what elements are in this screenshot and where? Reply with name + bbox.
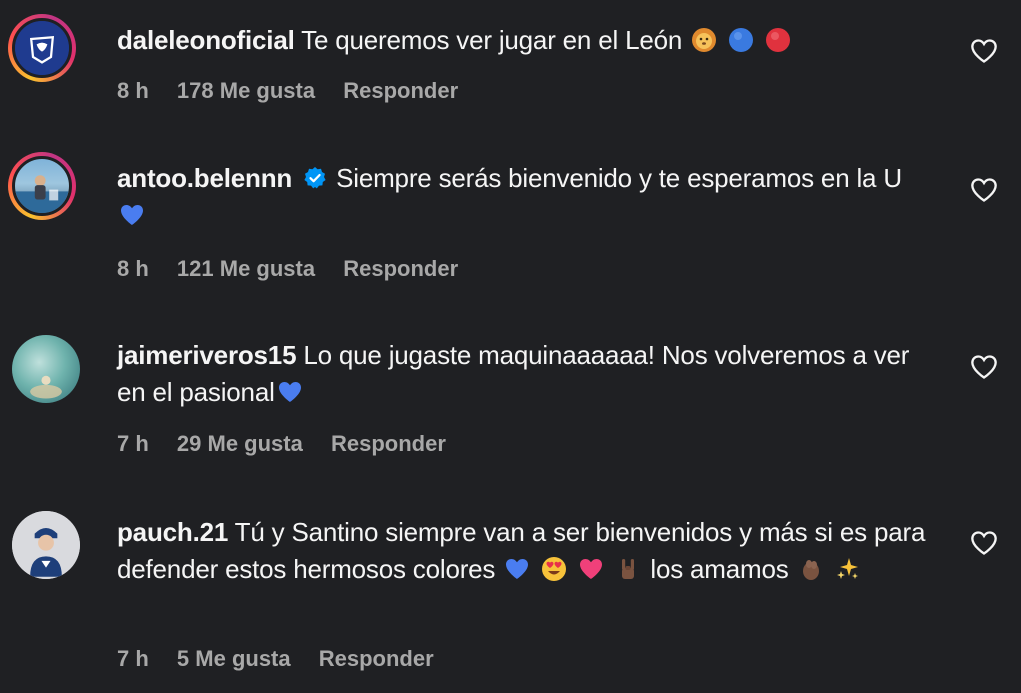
blue-circle-emoji-icon bbox=[729, 28, 754, 52]
blue-heart-emoji-icon bbox=[121, 205, 143, 225]
reply-button[interactable]: Responder bbox=[343, 78, 458, 103]
comment-likes[interactable]: 5 Me gusta bbox=[177, 646, 291, 671]
reply-button[interactable]: Responder bbox=[331, 431, 446, 456]
avatar[interactable] bbox=[8, 152, 76, 220]
heart-eyes-emoji-icon bbox=[542, 557, 567, 581]
avatar[interactable] bbox=[12, 335, 80, 403]
blue-heart-emoji-icon bbox=[506, 559, 529, 579]
comment-time: 7 h bbox=[117, 431, 149, 456]
comment-meta: 8 h 121 Me gusta Responder bbox=[117, 256, 480, 282]
avatar[interactable] bbox=[12, 511, 80, 579]
comments-list: daleleonoficial Te queremos ver jugar en… bbox=[0, 0, 1021, 693]
comment-username[interactable]: jaimeriveros15 bbox=[117, 340, 297, 370]
red-circle-emoji-icon bbox=[766, 28, 791, 52]
lion-emoji-icon bbox=[692, 28, 717, 52]
comment-meta: 8 h 178 Me gusta Responder bbox=[117, 78, 480, 104]
rock-on-hand-emoji-icon bbox=[622, 559, 635, 579]
like-heart-icon[interactable] bbox=[970, 38, 998, 64]
club-crest-icon bbox=[15, 21, 69, 75]
comment-time: 8 h bbox=[117, 78, 149, 103]
comment-username[interactable]: antoo.belennn bbox=[117, 163, 292, 193]
profile-photo-icon bbox=[12, 511, 80, 579]
reply-button[interactable]: Responder bbox=[343, 256, 458, 281]
sparkles-emoji-icon bbox=[836, 558, 858, 579]
comment-username[interactable]: daleleonoficial bbox=[117, 25, 295, 55]
comment-text-part2: los amamos bbox=[650, 554, 789, 584]
comment-meta: 7 h 5 Me gusta Responder bbox=[117, 646, 456, 672]
like-heart-icon[interactable] bbox=[970, 177, 998, 203]
like-heart-icon[interactable] bbox=[970, 354, 998, 380]
comment-time: 7 h bbox=[117, 646, 149, 671]
comment-time: 8 h bbox=[117, 256, 149, 281]
comment-text: Te queremos ver jugar en el León bbox=[301, 25, 683, 55]
reply-button[interactable]: Responder bbox=[319, 646, 434, 671]
profile-photo-icon bbox=[30, 375, 62, 399]
blue-heart-emoji-icon bbox=[278, 382, 301, 402]
comment-meta: 7 h 29 Me gusta Responder bbox=[117, 431, 468, 457]
avatar[interactable] bbox=[8, 14, 76, 82]
profile-photo-icon bbox=[15, 175, 69, 213]
comment-likes[interactable]: 178 Me gusta bbox=[177, 78, 315, 103]
comment-likes[interactable]: 121 Me gusta bbox=[177, 256, 315, 281]
comment-username[interactable]: pauch.21 bbox=[117, 517, 228, 547]
verified-badge-icon bbox=[304, 167, 326, 189]
comment-likes[interactable]: 29 Me gusta bbox=[177, 431, 303, 456]
like-heart-icon[interactable] bbox=[970, 530, 998, 556]
pink-heart-emoji-icon bbox=[580, 559, 603, 579]
clapping-hands-emoji-icon bbox=[802, 560, 819, 580]
comment-text: Siempre serás bienvenido y te esperamos … bbox=[336, 163, 902, 193]
